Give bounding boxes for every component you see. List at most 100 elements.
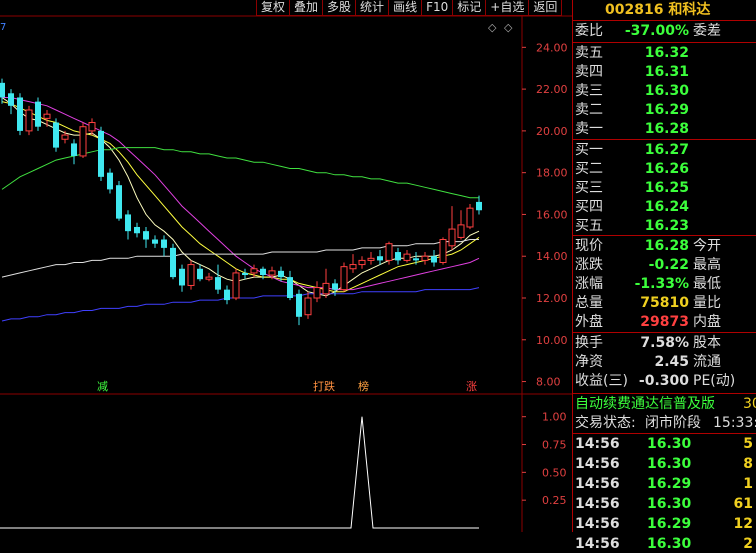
candle-body-up	[448, 228, 456, 247]
candle-body-down	[98, 130, 104, 177]
candle-body-up	[187, 264, 195, 286]
candle-body-down	[215, 277, 221, 290]
moving-average-lines	[1, 97, 480, 322]
ma250-line	[1, 287, 480, 322]
chart-grid	[0, 15, 572, 532]
candle-body-down	[161, 239, 167, 248]
tick-row: 14:56 16.30 8	[575, 456, 753, 472]
candle-body-up	[79, 126, 87, 157]
candle-body-down	[170, 247, 176, 278]
candle-body-down	[332, 283, 338, 290]
quote-row-0: 现价 16.28 今开	[575, 238, 721, 254]
candle-body-down	[0, 82, 5, 98]
y-tick-label: 22.00	[536, 83, 568, 96]
candle-body-up	[466, 207, 474, 228]
signal-label: 打跌	[313, 379, 335, 393]
quote-row-1: 涨跌 -0.22 最高	[575, 257, 721, 273]
signal-label: 榜	[358, 379, 369, 393]
sub-y-tick-label: 0.50	[542, 466, 567, 479]
candle-body-up	[340, 266, 348, 291]
candle-body-up	[457, 224, 465, 238]
ma10-line	[1, 101, 480, 293]
indicator-line	[0, 416, 479, 529]
candle-body-down	[395, 252, 401, 261]
candle-body-down	[278, 270, 284, 278]
price-axis: 24.00 22.00 20.00 18.00 16.00 14.00 12.00 10.00…	[522, 41, 568, 389]
y-tick-label: 24.00	[536, 41, 568, 54]
bid-level-3: 买三 16.25	[575, 180, 689, 196]
sub-y-tick-label: 1.00	[542, 411, 567, 424]
candle-body-down	[35, 101, 41, 127]
ask-level-5: 卖五 16.32	[575, 45, 689, 61]
bid-level-4: 买四 16.24	[575, 199, 689, 215]
stock-code: 002816	[605, 2, 664, 18]
quote-row-4: 外盘 29873 内盘	[575, 314, 721, 330]
trade-status-row: 交易状态: 闭市阶段 15:33:	[575, 415, 756, 431]
candle-body-down	[179, 268, 185, 286]
quote-row-3: 总量 75810 量比	[575, 295, 721, 311]
candle-body-down	[287, 277, 293, 298]
signal-label: 减	[97, 380, 108, 393]
tick-row: 14:56 16.29 12	[575, 516, 753, 532]
candle-body-down	[17, 97, 23, 131]
y-tick-label: 16.00	[536, 208, 568, 221]
candle-body-up	[358, 259, 366, 266]
candle-body-up	[232, 272, 240, 299]
y-tick-label: 18.00	[536, 167, 568, 180]
order-ratio-value: -37.00%	[624, 23, 689, 39]
ask-level-4: 卖四 16.31	[575, 64, 689, 80]
candle-body-down	[377, 256, 383, 261]
candle-body-down	[413, 258, 419, 261]
candle-body-down	[71, 143, 77, 156]
fundamental-row-1: 净资 2.45 流通	[575, 354, 721, 370]
indicator-subchart: 1.00 0.75 0.50 0.25	[0, 411, 567, 529]
ask-level-3: 卖三 16.30	[575, 83, 689, 99]
y-tick-label: 14.00	[536, 250, 568, 263]
chart-corner-marker: 7	[0, 22, 6, 33]
y-tick-label: 12.00	[536, 292, 568, 305]
candle-body-up	[439, 239, 447, 263]
candle-body-down	[224, 289, 230, 301]
fundamental-row-0: 换手 7.58% 股本	[575, 335, 721, 351]
chart-diamond-icon[interactable]: ◇	[488, 21, 497, 34]
ask-level-1: 卖一 16.28	[575, 121, 689, 137]
candle-body-down	[152, 239, 158, 244]
ma5-line	[1, 97, 480, 297]
candle-body-down	[476, 201, 482, 211]
bid-level-5: 买五 16.23	[575, 218, 689, 234]
chart-expand-icon[interactable]: ◇	[504, 21, 513, 34]
candle-body-down	[125, 214, 131, 232]
candle-body-up	[349, 264, 357, 270]
ask-level-2: 卖二 16.29	[575, 102, 689, 118]
candlestick-series	[0, 78, 482, 326]
candle-body-up	[304, 297, 312, 316]
candle-body-up	[88, 122, 96, 132]
order-ratio-row: 委比 -37.00% 委差	[575, 23, 721, 39]
candle-body-down	[134, 226, 140, 234]
candle-body-up	[268, 270, 276, 276]
stock-name: 和科达	[668, 2, 711, 18]
candle-body-up	[367, 257, 375, 261]
signal-label: 涨	[466, 380, 477, 393]
auto-renew-notice[interactable]: 自动续费通达信普及版 30	[573, 395, 756, 413]
candle-body-up	[25, 109, 33, 132]
sub-y-tick-label: 0.25	[542, 494, 567, 507]
candle-body-up	[205, 276, 213, 280]
candle-body-down	[431, 256, 437, 263]
candle-body-down	[296, 293, 302, 317]
candle-body-up	[61, 134, 69, 140]
sub-y-tick-label: 0.75	[542, 439, 567, 452]
candle-body-up	[322, 282, 330, 295]
candle-body-down	[242, 272, 248, 276]
candle-body-up	[403, 253, 411, 261]
stock-title: 002816 和科达	[573, 0, 756, 20]
candle-body-up	[385, 243, 393, 261]
kline-chart[interactable]: 减 打跌 榜 涨 24.00 22.00 20.00 18.00 16.00 14.00 12.0…	[0, 0, 572, 532]
candle-body-up	[250, 268, 258, 274]
quote-panel: 002816 和科达 委比 -37.00% 委差 卖五 16.32 卖四 16.31 卖…	[572, 0, 756, 552]
y-tick-label: 20.00	[536, 125, 568, 138]
bid-level-1: 买一 16.27	[575, 142, 689, 158]
y-tick-label: 10.00	[536, 334, 568, 347]
candle-body-up	[421, 255, 429, 261]
signal-annotations: 减 打跌 榜 涨	[97, 379, 477, 393]
